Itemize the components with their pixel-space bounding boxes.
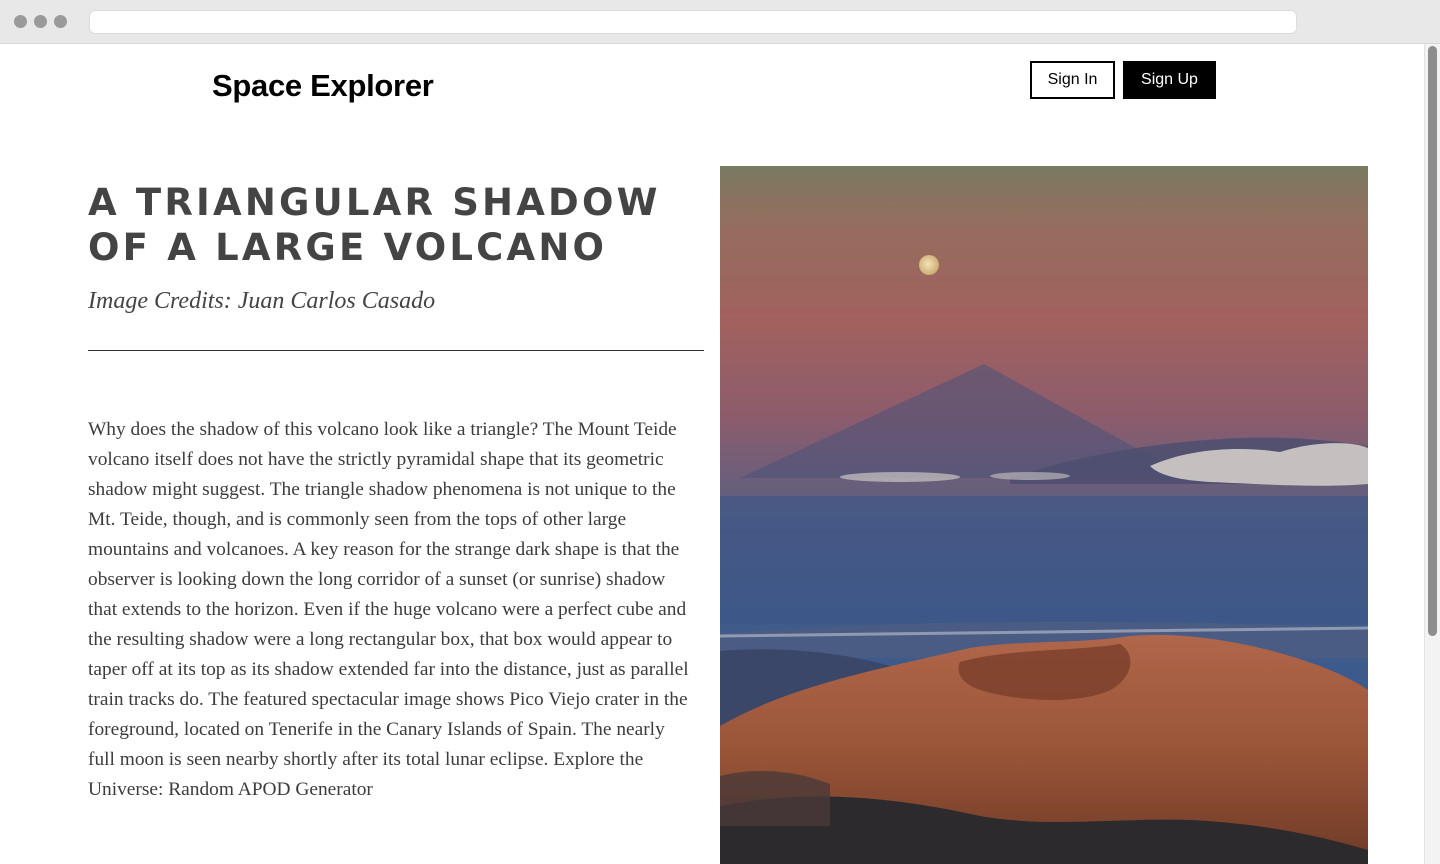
volcano-shadow-photo (720, 166, 1368, 864)
sign-up-button[interactable]: Sign Up (1123, 61, 1216, 99)
address-bar[interactable] (89, 10, 1297, 34)
browser-toolbar (0, 0, 1440, 44)
sign-in-button[interactable]: Sign In (1030, 61, 1115, 99)
article-body: Why does the shadow of this volcano look… (88, 419, 689, 800)
scrollbar-thumb[interactable] (1428, 46, 1437, 636)
window-minimize-dot[interactable] (34, 15, 47, 28)
window-close-dot[interactable] (14, 15, 27, 28)
site-logo-text[interactable]: Space Explorer (212, 68, 434, 104)
divider (88, 350, 704, 351)
window-zoom-dot[interactable] (54, 15, 67, 28)
image-credits: Image Credits: Juan Carlos Casado (88, 288, 436, 314)
article-title: A Triangular Shadow of a Large Volcano (88, 181, 661, 269)
page-scrollbar[interactable] (1424, 44, 1440, 864)
